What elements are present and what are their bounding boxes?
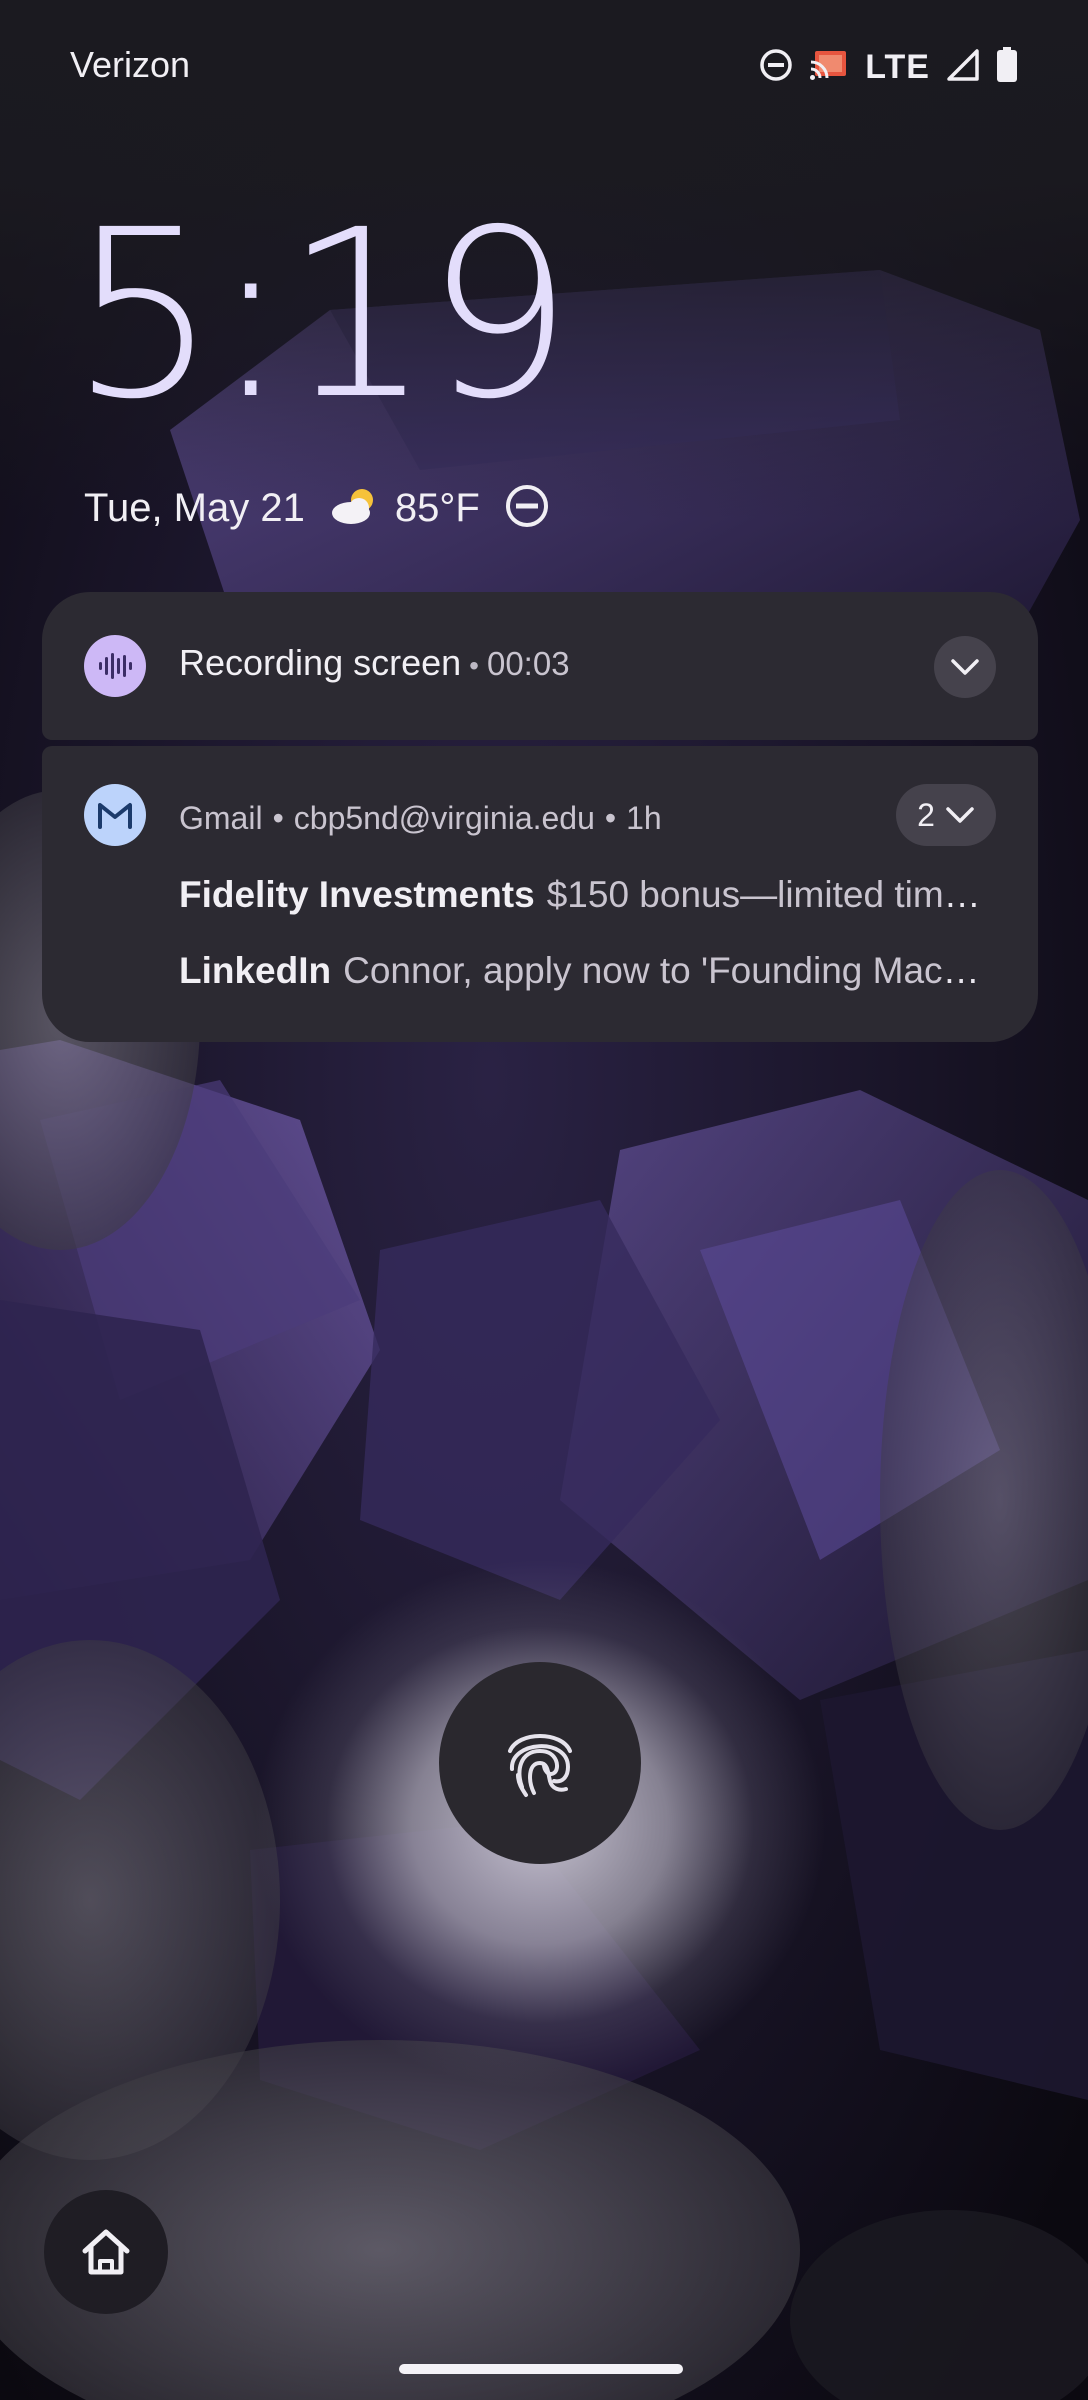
notification-count: 2	[917, 796, 935, 833]
recording-title-row: Recording screen • 00:03	[179, 642, 570, 684]
separator-dot: •	[604, 800, 617, 836]
mail-item[interactable]: Fidelity Investments $150 bonus—limited t…	[179, 874, 991, 916]
temperature-label: 85°F	[394, 485, 480, 530]
home-shortcut-button[interactable]	[44, 2190, 168, 2314]
recording-title: Recording screen	[179, 642, 462, 683]
status-icons: LTE	[759, 44, 1018, 90]
partly-cloudy-icon	[329, 486, 381, 531]
mail-item[interactable]: LinkedIn Connor, apply now to 'Founding M…	[179, 950, 991, 992]
chevron-down-icon	[946, 807, 974, 823]
cast-icon	[809, 48, 849, 87]
lockscreen-clock: 5:19	[70, 180, 573, 450]
signal-icon	[946, 48, 980, 87]
date-label: Tue, May 21	[84, 485, 305, 530]
mail-subject: Connor, apply now to 'Founding Mach...	[343, 950, 991, 991]
gmail-notification[interactable]: Gmail • cbp5nd@virginia.edu • 1h 2 Fidelity …	[42, 746, 1038, 1042]
sound-wave-icon	[84, 635, 146, 697]
carrier-label: Verizon	[70, 44, 191, 85]
gmail-app-name: Gmail	[179, 800, 263, 836]
fingerprint-sensor[interactable]	[439, 1662, 641, 1864]
notification-stack: Recording screen • 00:03 Gmail • cbp5nd@virg…	[42, 592, 1038, 1042]
gmail-account: cbp5nd@virginia.edu	[293, 800, 595, 836]
mail-subject: $150 bonus—limited time...	[546, 874, 991, 915]
status-bar: Verizon LTE	[0, 0, 1088, 134]
home-icon	[82, 2229, 130, 2275]
do-not-disturb-icon	[504, 483, 550, 534]
separator-dot: •	[469, 650, 479, 681]
recording-elapsed: 00:03	[486, 645, 570, 682]
date-weather-row: Tue, May 21 85°F	[84, 478, 550, 538]
fingerprint-icon	[508, 1734, 572, 1797]
gmail-icon	[84, 784, 146, 846]
chevron-down-icon	[951, 659, 979, 675]
network-type: LTE	[865, 47, 930, 86]
mail-sender: LinkedIn	[179, 950, 332, 991]
separator-dot: •	[272, 800, 284, 836]
gmail-age: 1h	[626, 800, 662, 836]
recording-notification[interactable]: Recording screen • 00:03	[42, 592, 1038, 740]
mail-sender: Fidelity Investments	[179, 874, 535, 915]
gmail-header: Gmail • cbp5nd@virginia.edu • 1h	[179, 800, 662, 837]
do-not-disturb-icon	[759, 48, 793, 87]
notification-count-expand-button[interactable]: 2	[896, 784, 996, 846]
expand-button[interactable]	[934, 636, 996, 698]
gesture-navigation-handle[interactable]	[399, 2364, 683, 2374]
battery-icon	[996, 46, 1018, 88]
